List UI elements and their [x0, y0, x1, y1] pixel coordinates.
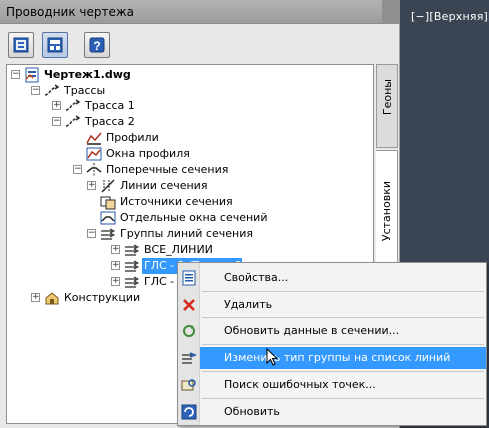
drawing-icon	[24, 67, 40, 83]
palette-title-edge	[382, 0, 400, 24]
add-item-icon	[13, 37, 29, 53]
section-view-icon	[100, 210, 116, 226]
structures-icon	[44, 290, 60, 306]
context-menu-item-label: Поиск ошибочных точек...	[224, 378, 376, 391]
tab-geons-label: Геоны	[381, 79, 394, 116]
tree-node-label: Источники сечения	[120, 195, 233, 208]
tree-node-label: Трассы	[64, 84, 106, 97]
collapse-toggle[interactable]: −	[31, 86, 40, 95]
palette-title: Проводник чертежа	[6, 5, 135, 19]
profile-icon	[86, 130, 102, 146]
collapse-toggle[interactable]: −	[11, 70, 20, 79]
tree-node-label: Отдельные окна сечений	[120, 211, 268, 224]
delete-icon	[181, 297, 197, 313]
find-points-icon	[181, 377, 197, 393]
menu-separator	[202, 291, 484, 292]
add-item-button[interactable]	[8, 32, 34, 58]
properties-icon	[181, 270, 197, 286]
tree-node[interactable]: − Поперечные сечения	[7, 162, 373, 178]
expand-toggle[interactable]: +	[111, 245, 120, 254]
tree-node[interactable]: − Группы линий сечения	[7, 226, 373, 242]
section-source-icon	[100, 194, 116, 210]
menu-separator	[202, 398, 484, 399]
tree-node[interactable]: Источники сечения	[7, 194, 373, 210]
menu-separator	[202, 344, 484, 345]
expand-toggle[interactable]: +	[52, 101, 61, 110]
tree-node-label: Линии сечения	[120, 179, 208, 192]
help-button[interactable]: ?	[84, 32, 110, 58]
menu-separator	[202, 317, 484, 318]
tree-node[interactable]: − Трассы	[7, 83, 373, 99]
expand-toggle[interactable]: +	[87, 181, 96, 190]
sample-line-group-icon	[124, 258, 140, 274]
profile-view-icon	[86, 146, 102, 162]
tree-node-label: Профили	[106, 131, 159, 144]
help-icon: ?	[89, 37, 105, 53]
alignment-icon	[65, 98, 81, 114]
tree-node[interactable]: Отдельные окна сечений	[7, 210, 373, 226]
context-menu-item-label: Обновить данные в сечении...	[224, 324, 400, 337]
collapse-toggle[interactable]: −	[52, 117, 61, 126]
sample-line-group-icon	[100, 226, 116, 242]
viewport-controls-label[interactable]: [−][Верхняя][2	[411, 10, 489, 23]
collapse-toggle[interactable]: −	[73, 165, 82, 174]
properties-panel-icon	[47, 37, 63, 53]
sample-line-group-icon	[124, 274, 140, 290]
tree-node-label: Чертеж1.dwg	[44, 68, 131, 81]
context-menu-item[interactable]: Поиск ошибочных точек...	[178, 374, 486, 396]
tree-node-label: Трасса 1	[85, 99, 135, 112]
expand-toggle[interactable]: +	[111, 277, 120, 286]
tree-node[interactable]: Профили	[7, 130, 373, 146]
tree-node[interactable]: + ВСЕ_ЛИНИИ	[7, 242, 373, 258]
context-menu-item-label: Изменить тип группы на список линий	[224, 351, 451, 364]
section-icon	[86, 162, 102, 178]
mouse-cursor-icon	[266, 348, 278, 366]
expand-toggle[interactable]: +	[31, 293, 40, 302]
context-menu-item[interactable]: Обновить	[178, 401, 486, 423]
context-menu-item[interactable]: Свойства...	[178, 267, 486, 289]
properties-panel-button[interactable]	[42, 32, 68, 58]
alignment-icon	[65, 114, 81, 130]
tab-settings-label: Установки	[380, 181, 393, 242]
tree-node[interactable]: Окна профиля	[7, 146, 373, 162]
expand-toggle[interactable]: +	[111, 261, 120, 270]
tree-node[interactable]: + Трасса 1	[7, 98, 373, 114]
context-menu-item[interactable]: Изменить тип группы на список линий	[182, 347, 486, 369]
context-menu-item-label: Обновить	[224, 405, 280, 418]
alignment-icon	[44, 83, 60, 99]
collapse-toggle[interactable]: −	[87, 229, 96, 238]
svg-text:?: ?	[93, 39, 100, 53]
tree-node[interactable]: − Чертеж1.dwg	[7, 67, 373, 83]
tree-node[interactable]: + Линии сечения	[7, 178, 373, 194]
tab-geons[interactable]: Геоны	[376, 64, 398, 148]
refresh-icon	[181, 404, 197, 420]
context-menu-item[interactable]: Обновить данные в сечении...	[178, 320, 486, 342]
tree-node[interactable]: − Трасса 2	[7, 114, 373, 130]
update-section-icon	[181, 323, 197, 339]
tree-node-label: ГЛС -	[144, 275, 175, 288]
tree-node-label: Группы линий сечения	[120, 227, 253, 240]
context-menu-item[interactable]: Удалить	[178, 294, 486, 316]
palette-title-bar[interactable]: Проводник чертежа	[0, 0, 382, 24]
sample-line-group-icon	[124, 242, 140, 258]
tree-node-label: ВСЕ_ЛИНИИ	[144, 243, 213, 256]
tree-node-label: Окна профиля	[106, 147, 190, 160]
sample-line-icon	[100, 178, 116, 194]
tree-node-label: Трасса 2	[85, 115, 135, 128]
context-menu-item-label: Удалить	[224, 298, 273, 311]
context-menu-item-label: Свойства...	[224, 271, 289, 284]
tree-node-label: Конструкции	[64, 291, 141, 304]
change-type-icon	[181, 350, 198, 366]
context-menu: Свойства... Удалить Обновить данные в сече…	[177, 262, 487, 426]
tree-node-label: Поперечные сечения	[106, 163, 229, 176]
menu-separator	[202, 371, 484, 372]
